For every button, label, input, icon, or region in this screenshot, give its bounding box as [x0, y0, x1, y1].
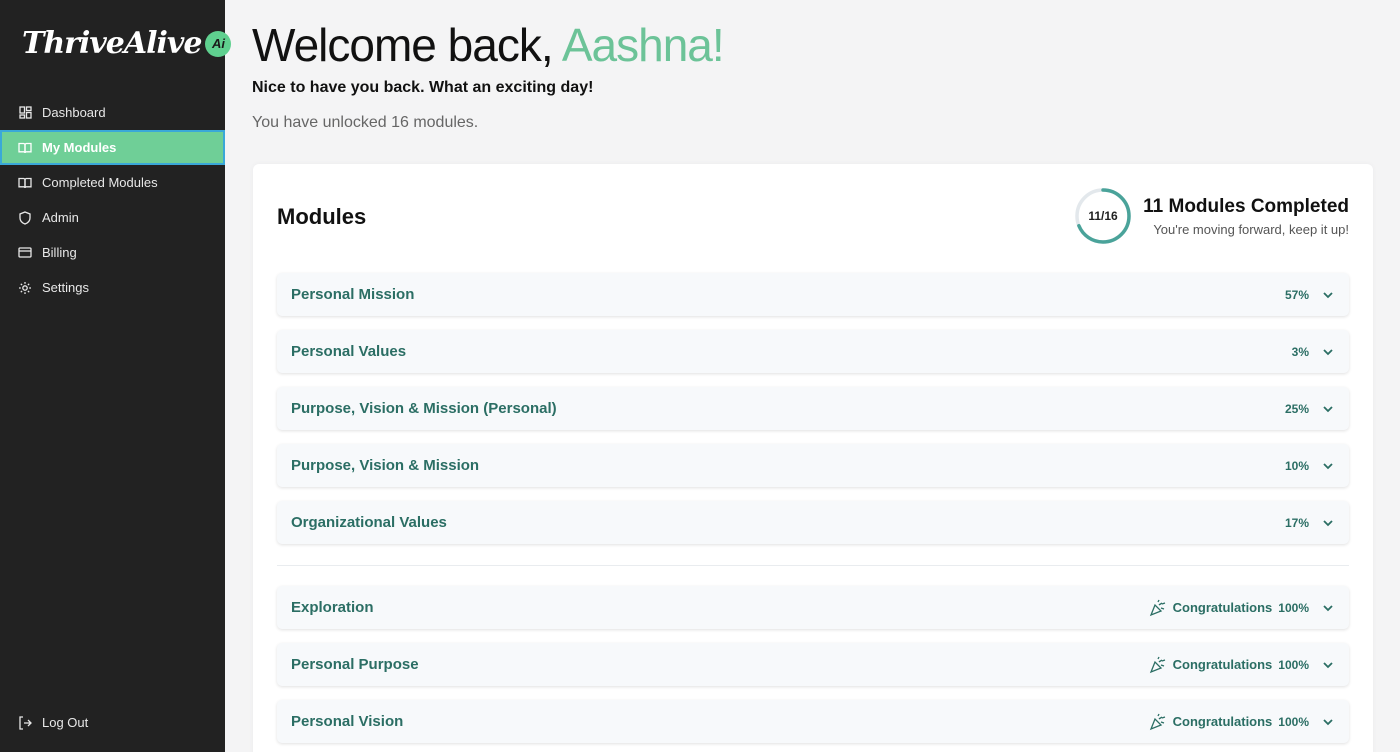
logout-section: Log Out [0, 705, 225, 740]
module-row-personal-values[interactable]: Personal Values 3% [277, 330, 1349, 373]
congrats-label: Congratulations [1172, 657, 1273, 672]
book-icon [18, 176, 32, 190]
completed-subtitle: You're moving forward, keep it up! [1153, 222, 1349, 237]
congrats-label: Congratulations [1172, 714, 1273, 729]
logout-button[interactable]: Log Out [0, 705, 225, 740]
party-popper-icon [1149, 656, 1165, 673]
chevron-down-icon[interactable] [1321, 459, 1335, 473]
user-name: Aashna! [561, 19, 725, 71]
sidebar-item-label: My Modules [42, 140, 117, 155]
sidebar-item-dashboard[interactable]: Dashboard [0, 95, 225, 130]
module-row-personal-mission[interactable]: Personal Mission 57% [277, 273, 1349, 316]
unlocked-count: You have unlocked 16 modules. [252, 114, 479, 131]
module-name: Personal Values [291, 343, 407, 360]
sidebar: ThriveAlive Ai Dashboard My Modules Comp… [0, 0, 232, 752]
party-popper-icon [1149, 599, 1165, 616]
logout-icon [18, 715, 32, 730]
module-name: Organizational Values [291, 514, 447, 531]
module-percent: 3% [1291, 344, 1309, 359]
chevron-down-icon[interactable] [1321, 601, 1335, 615]
sidebar-nav: Dashboard My Modules Completed Modules A… [0, 95, 225, 305]
module-percent: 100% [1278, 600, 1309, 615]
module-right: Congratulations 100% [1149, 713, 1335, 731]
sidebar-item-completed-modules[interactable]: Completed Modules [0, 165, 225, 200]
dashboard-icon [18, 106, 32, 120]
modules-card: Modules 11/16 11 Modules Completed You'r… [253, 164, 1373, 752]
progress-label: 11/16 [1088, 209, 1118, 223]
sidebar-item-admin[interactable]: Admin [0, 200, 225, 235]
module-row-personal-vision[interactable]: Personal Vision Congratulations 100% [277, 700, 1349, 743]
sidebar-item-label: Admin [42, 210, 79, 225]
sidebar-item-label: Completed Modules [42, 175, 158, 190]
chevron-down-icon[interactable] [1321, 288, 1335, 302]
section-divider [277, 565, 1349, 566]
module-name: Purpose, Vision & Mission [291, 457, 480, 474]
sidebar-item-label: Billing [42, 245, 77, 260]
module-percent: 25% [1284, 401, 1309, 416]
module-row-organizational-values[interactable]: Organizational Values 17% [277, 501, 1349, 544]
progress-ring: 11/16 [1075, 188, 1131, 244]
logo-text: ThriveAlive [22, 26, 202, 61]
module-right: 17% [1285, 516, 1335, 530]
chevron-down-icon[interactable] [1321, 402, 1335, 416]
module-name: Personal Purpose [291, 656, 419, 673]
gear-icon [18, 281, 32, 295]
module-name: Personal Vision [291, 713, 404, 730]
party-popper-icon [1149, 713, 1165, 730]
card-icon [18, 246, 32, 260]
sidebar-item-my-modules[interactable]: My Modules [0, 130, 225, 165]
chevron-down-icon[interactable] [1321, 715, 1335, 729]
module-row-personal-purpose[interactable]: Personal Purpose Congratulations 100% [277, 643, 1349, 686]
module-name: Personal Mission [291, 286, 415, 303]
module-percent: 100% [1278, 657, 1309, 672]
sidebar-item-label: Dashboard [42, 105, 106, 120]
chevron-down-icon[interactable] [1321, 516, 1335, 530]
module-percent: 100% [1278, 714, 1309, 729]
page-title: Welcome back, Aashna! [252, 18, 725, 72]
shield-icon [18, 210, 32, 225]
module-name: Purpose, Vision & Mission (Personal) [291, 400, 557, 417]
module-right: Congratulations 100% [1149, 656, 1335, 674]
module-right: Congratulations 100% [1149, 599, 1335, 617]
chevron-down-icon[interactable] [1321, 658, 1335, 672]
main-content: Welcome back, Aashna! Nice to have you b… [225, 0, 1400, 752]
module-percent: 57% [1284, 287, 1309, 302]
module-row-pvm[interactable]: Purpose, Vision & Mission 10% [277, 444, 1349, 487]
module-right: 57% [1285, 288, 1335, 302]
logo[interactable]: ThriveAlive Ai [22, 26, 232, 61]
congrats-badge: Congratulations [1149, 656, 1273, 674]
module-right: 3% [1292, 345, 1335, 359]
module-right: 25% [1285, 402, 1335, 416]
module-percent: 17% [1284, 515, 1309, 530]
sidebar-item-label: Settings [42, 280, 89, 295]
sidebar-item-billing[interactable]: Billing [0, 235, 225, 270]
congrats-label: Congratulations [1172, 600, 1273, 615]
logout-label: Log Out [42, 715, 89, 730]
completed-title: 11 Modules Completed [1143, 196, 1349, 217]
welcome-prefix: Welcome back, [252, 19, 562, 71]
sidebar-item-settings[interactable]: Settings [0, 270, 225, 305]
module-name: Exploration [291, 599, 374, 616]
welcome-subtitle: Nice to have you back. What an exciting … [252, 79, 594, 96]
modules-title: Modules [277, 204, 367, 229]
chevron-down-icon[interactable] [1321, 345, 1335, 359]
module-percent: 10% [1284, 458, 1309, 473]
congrats-badge: Congratulations [1149, 599, 1273, 617]
module-row-pvm-personal[interactable]: Purpose, Vision & Mission (Personal) 25% [277, 387, 1349, 430]
book-icon [18, 141, 32, 155]
congrats-badge: Congratulations [1149, 713, 1273, 731]
module-right: 10% [1285, 459, 1335, 473]
module-row-exploration[interactable]: Exploration Congratulations 100% [277, 586, 1349, 629]
